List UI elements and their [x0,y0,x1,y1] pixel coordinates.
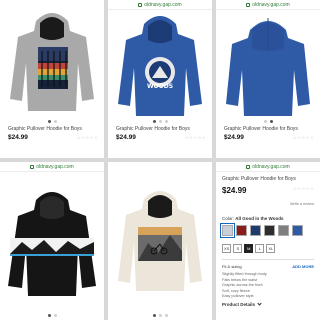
color-value: All Good in the Woods [235,216,284,221]
add-more-link[interactable]: ADD MORE [292,264,314,269]
product-card-blue-back[interactable]: oldnavy.gap.com Graphic Pullover Hoodie … [216,0,320,158]
rating-stars: ☆☆☆☆☆ [76,134,98,140]
product-card-blue-graphic[interactable]: oldnavy.gap.com WOODS Graphic Pullover H… [108,0,212,158]
product-image[interactable]: WOODS [108,10,212,118]
lock-icon [30,164,35,169]
feature-item: Falls below the waist [222,277,258,282]
color-selector-label: Color: All Good in the Woods [222,216,314,221]
color-swatch-red[interactable] [236,225,247,236]
size-option[interactable]: XS [222,244,232,253]
collage-divider [0,158,320,162]
carousel-dot[interactable] [164,313,168,317]
blue-hoodie-image: WOODS [118,16,202,116]
size-option[interactable]: XL [266,244,276,253]
product-title[interactable]: Graphic Pullover Hoodie for Boys [116,126,206,132]
hoodie-graphic-text: WOODS [147,83,173,90]
product-card-grey[interactable]: Graphic Pullover Hoodie for Boys $24.99 … [0,0,104,158]
rating-stars: ☆☆☆☆☆ [292,134,314,140]
carousel-dot-active[interactable] [47,119,51,123]
product-details-toggle[interactable]: Product Details [222,301,314,307]
cream-hoodie-image [118,191,202,291]
carousel-dot-active[interactable] [47,313,51,317]
color-swatch-woods[interactable] [220,223,235,238]
product-title[interactable]: Graphic Pullover Hoodie for Boys [224,126,314,132]
carousel-dot[interactable] [53,313,57,317]
blue-hoodie-back-image [226,18,310,116]
feature-list: Slightly fitted through body Falls below… [222,272,314,298]
product-price: $24.99 [8,134,28,141]
product-details-label: Product Details [222,302,256,307]
product-detail-panel: oldnavy.gap.com Graphic Pullover Hoodie … [216,162,320,320]
size-option[interactable]: S [233,244,243,253]
product-price: $24.99 [224,134,244,141]
carousel-dots[interactable] [0,312,104,318]
color-swatch-navy[interactable] [250,225,261,236]
product-image[interactable] [0,172,104,312]
lock-icon [246,2,251,7]
lock-icon [138,2,143,7]
product-card-black[interactable]: oldnavy.gap.com [0,162,104,320]
url-bar[interactable]: oldnavy.gap.com [0,162,104,172]
carousel-dot[interactable] [158,313,162,317]
feature-item: Easy pullover style [222,294,254,298]
product-price: $24.99 [116,134,136,141]
detail-product-title: Graphic Pullover Hoodie for Boys [222,176,296,182]
size-option-selected[interactable]: M [244,244,254,253]
black-hoodie-image [8,192,96,296]
product-title[interactable]: Graphic Pullover Hoodie for Boys [8,126,98,132]
lock-icon [246,164,251,169]
url-bar[interactable]: oldnavy.gap.com [216,162,320,172]
url-text[interactable]: oldnavy.gap.com [36,164,73,170]
color-swatches [220,223,314,238]
color-swatch-grey[interactable] [278,225,289,236]
url-text[interactable]: oldnavy.gap.com [252,164,289,170]
carousel-dot-active[interactable] [152,313,156,317]
grey-hoodie-image [10,13,94,111]
color-label: Color: [222,216,235,221]
chevron-down-icon [257,301,262,306]
write-review-link[interactable]: Write a review [290,202,314,206]
detail-price: $24.99 [222,186,247,195]
color-swatch-black[interactable] [264,225,275,236]
feature-item: Slightly fitted through body [222,272,267,276]
product-card-cream[interactable] [108,162,212,320]
screenshot-collage: Graphic Pullover Hoodie for Boys $24.99 … [0,0,320,320]
size-option[interactable]: L [255,244,265,253]
rating-stars: ☆☆☆☆☆ [184,134,206,140]
carousel-dots[interactable] [108,312,212,318]
product-image[interactable] [108,162,212,312]
carousel-dot[interactable] [53,119,57,123]
feature-item: Soft, cozy fleece [222,288,250,293]
feature-item: Graphic across the front [222,283,263,287]
detail-rating-stars[interactable]: ☆☆☆☆☆ [290,186,314,192]
url-text[interactable]: oldnavy.gap.com [144,2,181,8]
divider [222,259,314,260]
product-image[interactable] [0,0,104,118]
size-selector: XS S M L XL [222,244,314,253]
url-text[interactable]: oldnavy.gap.com [252,2,289,8]
product-image[interactable] [216,10,320,118]
fit-sizing-link[interactable]: Fit & sizing [222,264,242,269]
color-swatch-blue[interactable] [292,225,303,236]
